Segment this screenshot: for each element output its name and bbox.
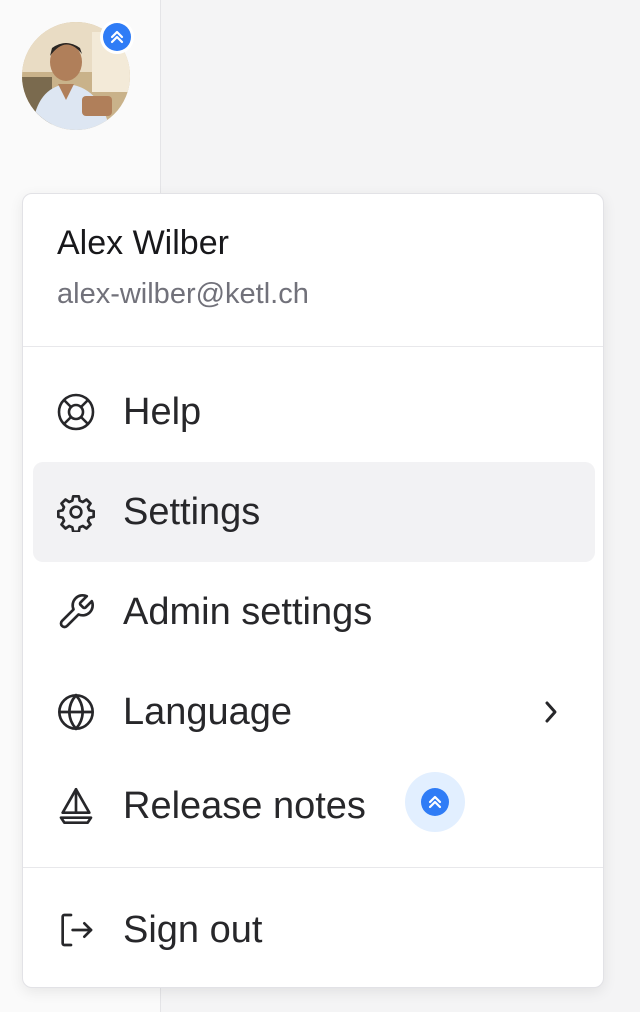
sign-out-label: Sign out xyxy=(123,909,263,951)
user-email: alex-wilber@ketl.ch xyxy=(57,278,309,310)
chevron-right-icon xyxy=(537,694,565,730)
wrench-icon xyxy=(55,591,97,633)
menu-item-label: Admin settings xyxy=(123,591,373,633)
sailboat-icon xyxy=(55,785,97,827)
divider xyxy=(23,867,603,868)
menu-item-admin-settings[interactable]: Admin settings xyxy=(33,562,595,662)
menu-item-language[interactable]: Language xyxy=(33,662,595,762)
sign-out-button[interactable]: Sign out xyxy=(33,880,595,980)
menu-item-label: Language xyxy=(123,691,293,733)
release-notes-badge xyxy=(405,772,465,832)
gear-icon xyxy=(55,491,97,533)
lifebuoy-icon xyxy=(55,391,97,433)
menu-item-label: Settings xyxy=(123,491,261,533)
menu-item-help[interactable]: Help xyxy=(33,362,595,462)
menu-item-settings[interactable]: Settings xyxy=(33,462,595,562)
menu-item-label: Release notes xyxy=(123,785,366,827)
menu-item-label: Help xyxy=(123,391,202,433)
menu-item-release-notes[interactable]: Release notes xyxy=(33,756,595,856)
sign-out-icon xyxy=(55,909,97,951)
divider xyxy=(23,346,603,347)
double-chevron-up-icon xyxy=(421,788,449,816)
update-badge xyxy=(100,20,134,54)
user-name: Alex Wilber xyxy=(57,224,229,262)
double-chevron-up-icon xyxy=(103,23,131,51)
globe-icon xyxy=(55,691,97,733)
avatar-button[interactable] xyxy=(22,20,134,130)
user-menu: Alex Wilber alex-wilber@ketl.ch Help Set… xyxy=(22,193,604,988)
